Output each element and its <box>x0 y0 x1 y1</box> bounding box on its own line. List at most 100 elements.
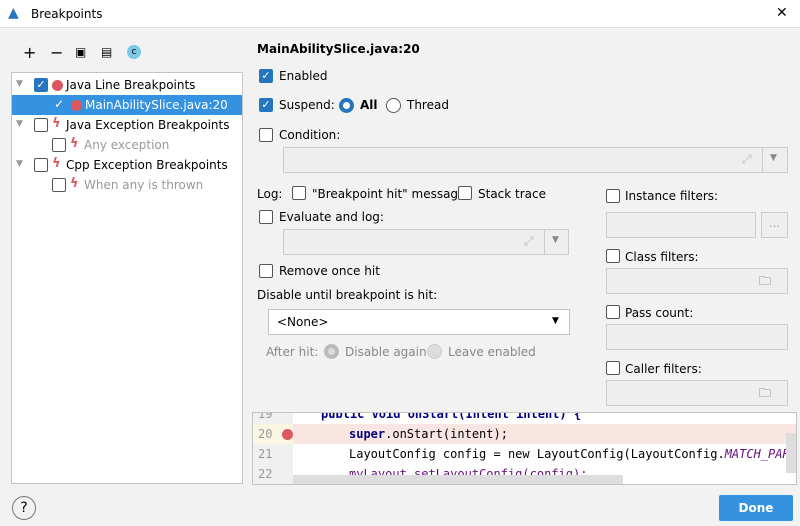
check-icon[interactable]: ✓ <box>54 97 64 111</box>
disable-again-label: Disable again <box>345 345 427 359</box>
evaluate-log-label: Evaluate and log: <box>279 210 384 224</box>
add-icon[interactable]: + <box>23 43 36 62</box>
code-line: LayoutConfig config = new LayoutConfig(L… <box>293 444 796 464</box>
tree-item-label: Any exception <box>84 138 170 152</box>
close-icon[interactable]: ✕ <box>776 5 788 21</box>
keyword: super <box>349 427 386 441</box>
help-button[interactable]: ? <box>12 496 36 520</box>
bp-hit-message-label: "Breakpoint hit" message <box>312 187 466 201</box>
caller-filters-input[interactable]: 🗀 <box>606 380 788 406</box>
instance-filters-label: Instance filters: <box>625 189 719 203</box>
tree-item-when-any-is-thrown[interactable]: ϟ When any is thrown <box>12 175 242 195</box>
lightning-icon: ϟ <box>52 156 61 171</box>
class-filters-label: Class filters: <box>625 250 699 264</box>
expand-icon[interactable]: ▼ <box>16 159 23 169</box>
checkbox[interactable] <box>34 118 48 132</box>
group-by-class-icon[interactable]: c <box>127 45 141 59</box>
breakpoint-tree: ▼ ✓ Java Line Breakpoints ✓ MainAbilityS… <box>11 72 243 484</box>
log-label: Log: <box>257 187 283 201</box>
tree-item-mainabilityslice[interactable]: ✓ MainAbilitySlice.java:20 <box>12 95 242 115</box>
line-number: 21 <box>253 444 293 464</box>
tree-item-label: MainAbilitySlice.java:20 <box>85 98 228 112</box>
code-line: public void onStart(Intent intent) { <box>321 412 582 421</box>
group-by-file-icon[interactable]: ▣ <box>75 45 86 59</box>
tree-item-cpp-exception-breakpoints[interactable]: ▼ ϟ Cpp Exception Breakpoints <box>12 155 242 175</box>
tree-item-label: Java Exception Breakpoints <box>66 118 230 132</box>
disable-again-radio[interactable] <box>324 344 339 359</box>
leave-enabled-radio[interactable] <box>427 344 442 359</box>
line-number: 22 <box>253 464 293 484</box>
suspend-thread-label: Thread <box>407 98 449 112</box>
after-hit-label: After hit: <box>266 345 319 359</box>
suspend-all-radio[interactable] <box>339 98 354 113</box>
tree-item-java-exception-breakpoints[interactable]: ▼ ϟ Java Exception Breakpoints <box>12 115 242 135</box>
app-logo-icon: ▲ <box>8 5 19 21</box>
enabled-label: Enabled <box>279 69 328 83</box>
code-line: super.onStart(intent); <box>293 424 796 444</box>
folder-icon[interactable]: 🗀 <box>759 384 771 405</box>
class-filters-checkbox[interactable] <box>606 249 620 263</box>
instance-filters-checkbox[interactable] <box>606 189 620 203</box>
expand-icon[interactable]: ⤢ <box>524 234 534 249</box>
checkbox[interactable]: ✓ <box>34 78 48 92</box>
tree-item-java-line-breakpoints[interactable]: ▼ ✓ Java Line Breakpoints <box>12 75 242 95</box>
remove-once-hit-label: Remove once hit <box>279 264 380 278</box>
expand-icon[interactable]: ▼ <box>16 79 23 89</box>
checkbox[interactable] <box>52 138 66 152</box>
suspend-checkbox[interactable]: ✓ <box>259 98 273 112</box>
done-button[interactable]: Done <box>719 495 793 521</box>
checkbox[interactable] <box>34 158 48 172</box>
pass-count-input[interactable] <box>606 324 788 350</box>
chevron-down-icon[interactable]: ▼ <box>770 153 777 163</box>
evaluate-log-checkbox[interactable] <box>259 210 273 224</box>
lightning-icon: ϟ <box>70 136 79 151</box>
disable-until-select[interactable]: <None> ▼ <box>268 309 570 335</box>
vertical-scrollbar[interactable] <box>786 433 796 473</box>
expand-icon[interactable]: ⤢ <box>742 152 752 167</box>
condition-input[interactable]: ⤢ ▼ <box>283 147 788 173</box>
suspend-thread-radio[interactable] <box>386 98 401 113</box>
breakpoint-icon <box>52 80 63 91</box>
instance-filters-button[interactable]: ... <box>761 212 788 238</box>
stack-trace-label: Stack trace <box>478 187 547 201</box>
remove-icon[interactable]: − <box>50 43 63 62</box>
group-by-package-icon[interactable]: ▤ <box>101 45 112 59</box>
breakpoint-icon[interactable] <box>282 429 293 440</box>
window-title: Breakpoints <box>31 7 103 21</box>
stack-trace-checkbox[interactable] <box>458 186 472 200</box>
details-title: MainAbilitySlice.java:20 <box>257 42 420 56</box>
pass-count-checkbox[interactable] <box>606 305 620 319</box>
suspend-all-label: All <box>360 98 378 112</box>
lightning-icon: ϟ <box>70 176 79 191</box>
select-value: <None> <box>277 315 329 329</box>
remove-once-hit-checkbox[interactable] <box>259 264 273 278</box>
enabled-checkbox[interactable]: ✓ <box>259 69 273 83</box>
breakpoint-icon <box>71 100 82 111</box>
instance-filters-input[interactable] <box>606 212 756 238</box>
line-number: 19 <box>253 413 293 424</box>
evaluate-log-input[interactable]: ⤢ ▼ <box>283 229 569 255</box>
chevron-down-icon: ▼ <box>552 316 559 326</box>
tree-item-any-exception[interactable]: ϟ Any exception <box>12 135 242 155</box>
title-bar: ▲ Breakpoints ✕ <box>0 0 800 28</box>
checkbox[interactable] <box>52 178 66 192</box>
condition-label: Condition: <box>279 128 341 142</box>
code-preview: 19 public void onStart(Intent intent) { … <box>252 412 797 485</box>
tree-item-label: Cpp Exception Breakpoints <box>66 158 228 172</box>
caller-filters-label: Caller filters: <box>625 362 702 376</box>
leave-enabled-label: Leave enabled <box>448 345 536 359</box>
tree-item-label: Java Line Breakpoints <box>66 78 196 92</box>
chevron-down-icon[interactable]: ▼ <box>552 235 559 245</box>
condition-checkbox[interactable] <box>259 128 273 142</box>
code-text: .onStart(intent); <box>385 427 508 441</box>
expand-icon[interactable]: ▼ <box>16 119 23 129</box>
horizontal-scrollbar[interactable] <box>293 475 623 484</box>
suspend-label: Suspend: <box>279 98 335 112</box>
pass-count-label: Pass count: <box>625 306 694 320</box>
class-filters-input[interactable]: 🗀 <box>606 268 788 294</box>
caller-filters-checkbox[interactable] <box>606 361 620 375</box>
tree-item-label: When any is thrown <box>84 178 204 192</box>
disable-until-label: Disable until breakpoint is hit: <box>257 288 438 302</box>
folder-icon[interactable]: 🗀 <box>759 272 771 293</box>
bp-hit-message-checkbox[interactable] <box>292 186 306 200</box>
